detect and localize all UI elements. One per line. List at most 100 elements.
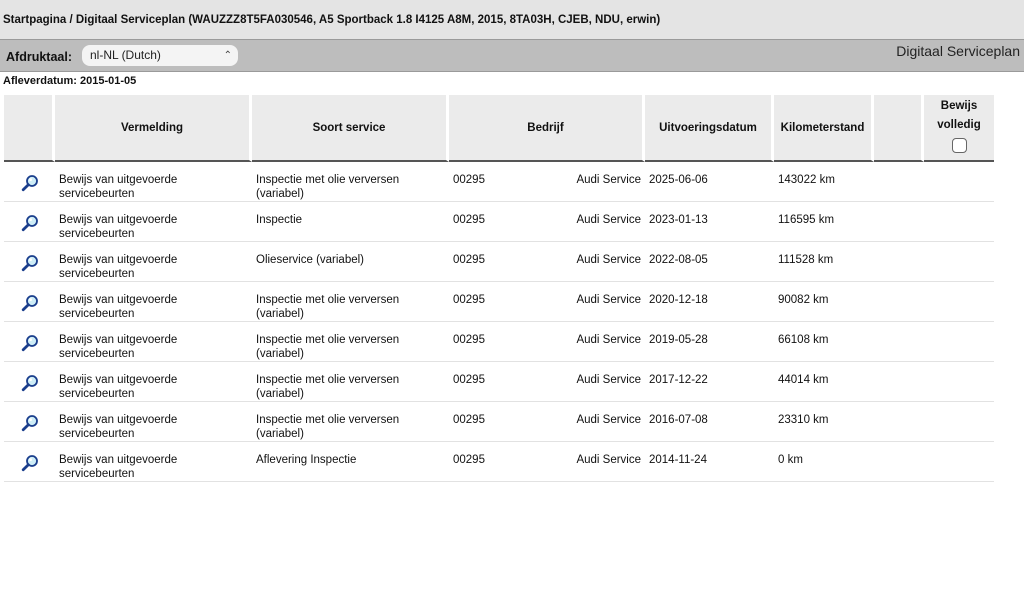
magnifier-icon[interactable]: [21, 294, 39, 312]
header-bewijs-volledig: Bewijs volledig: [924, 95, 994, 162]
header-kilometerstand: Kilometerstand: [774, 95, 874, 162]
table-row[interactable]: Bewijs van uitgevoerde servicebeurten Ins…: [4, 202, 994, 242]
magnifier-icon[interactable]: [21, 414, 39, 432]
cell-vermelding: Bewijs van uitgevoerde servicebeurten: [55, 362, 252, 402]
chevron-updown-icon: ⌃: [223, 50, 232, 61]
cell-empty: [874, 242, 924, 282]
table-row[interactable]: Bewijs van uitgevoerde servicebeurten Ins…: [4, 162, 994, 202]
language-bar: Afdruktaal: nl-NL (Dutch) ⌃ Digitaal Ser…: [0, 40, 1024, 72]
header-icon-col: [4, 95, 55, 162]
magnifier-icon[interactable]: [21, 174, 39, 192]
cell-vermelding: Bewijs van uitgevoerde servicebeurten: [55, 202, 252, 242]
bedrijf-name: Audi Service: [576, 254, 641, 266]
bewijs-volledig-label: Bewijs volledig: [937, 100, 981, 131]
row-action-cell: [4, 242, 55, 282]
cell-bedrijf: 00295 Audi Service: [449, 282, 645, 322]
cell-vermelding: Bewijs van uitgevoerde servicebeurten: [55, 242, 252, 282]
cell-kilometerstand: 44014 km: [774, 362, 874, 402]
cell-vermelding: Bewijs van uitgevoerde servicebeurten: [55, 162, 252, 202]
cell-kilometerstand: 66108 km: [774, 322, 874, 362]
cell-soort-service: Inspectie: [252, 202, 449, 242]
cell-kilometerstand: 0 km: [774, 442, 874, 482]
cell-bewijs-volledig: [924, 362, 994, 402]
cell-kilometerstand: 90082 km: [774, 282, 874, 322]
cell-bewijs-volledig: [924, 242, 994, 282]
table-row[interactable]: Bewijs van uitgevoerde servicebeurten Oli…: [4, 242, 994, 282]
cell-empty: [874, 322, 924, 362]
bedrijf-name: Audi Service: [576, 414, 641, 426]
cell-uitvoeringsdatum: 2019-05-28: [645, 322, 774, 362]
magnifier-icon[interactable]: [21, 214, 39, 232]
cell-soort-service: Aflevering Inspectie: [252, 442, 449, 482]
cell-bedrijf: 00295 Audi Service: [449, 322, 645, 362]
cell-empty: [874, 202, 924, 242]
cell-bedrijf: 00295 Audi Service: [449, 362, 645, 402]
cell-empty: [874, 442, 924, 482]
cell-bedrijf: 00295 Audi Service: [449, 442, 645, 482]
breadcrumb: Startpagina / Digitaal Serviceplan (WAUZ…: [0, 0, 1024, 40]
cell-empty: [874, 282, 924, 322]
header-vermelding: Vermelding: [55, 95, 252, 162]
cell-empty: [874, 362, 924, 402]
cell-bewijs-volledig: [924, 282, 994, 322]
bedrijf-code: 00295: [453, 414, 485, 426]
cell-bedrijf: 00295 Audi Service: [449, 162, 645, 202]
bedrijf-name: Audi Service: [576, 174, 641, 186]
magnifier-icon[interactable]: [21, 254, 39, 272]
table-row[interactable]: Bewijs van uitgevoerde servicebeurten Ins…: [4, 402, 994, 442]
page-title: Digitaal Serviceplan: [896, 43, 1020, 59]
table-row[interactable]: Bewijs van uitgevoerde servicebeurten Ins…: [4, 362, 994, 402]
table-row[interactable]: Bewijs van uitgevoerde servicebeurten Ins…: [4, 282, 994, 322]
cell-uitvoeringsdatum: 2020-12-18: [645, 282, 774, 322]
header-bedrijf: Bedrijf: [449, 95, 645, 162]
bedrijf-code: 00295: [453, 374, 485, 386]
bewijs-volledig-checkbox[interactable]: [951, 138, 967, 153]
cell-bedrijf: 00295 Audi Service: [449, 402, 645, 442]
header-uitvoeringsdatum: Uitvoeringsdatum: [645, 95, 774, 162]
cell-bewijs-volledig: [924, 162, 994, 202]
cell-vermelding: Bewijs van uitgevoerde servicebeurten: [55, 442, 252, 482]
cell-soort-service: Inspectie met olie verversen (variabel): [252, 402, 449, 442]
table-header-row: Vermelding Soort service Bedrijf Uitvoer…: [4, 95, 994, 162]
row-action-cell: [4, 202, 55, 242]
language-select-value: nl-NL (Dutch): [90, 48, 161, 62]
delivery-date: Afleverdatum: 2015-01-05: [3, 75, 137, 87]
table-row[interactable]: Bewijs van uitgevoerde servicebeurten Ins…: [4, 322, 994, 362]
cell-bewijs-volledig: [924, 202, 994, 242]
row-action-cell: [4, 362, 55, 402]
cell-vermelding: Bewijs van uitgevoerde servicebeurten: [55, 402, 252, 442]
cell-uitvoeringsdatum: 2023-01-13: [645, 202, 774, 242]
row-action-cell: [4, 442, 55, 482]
cell-uitvoeringsdatum: 2016-07-08: [645, 402, 774, 442]
cell-soort-service: Inspectie met olie verversen (variabel): [252, 322, 449, 362]
bedrijf-name: Audi Service: [576, 214, 641, 226]
cell-soort-service: Inspectie met olie verversen (variabel): [252, 362, 449, 402]
bedrijf-code: 00295: [453, 334, 485, 346]
header-soort-service: Soort service: [252, 95, 449, 162]
breadcrumb-text: Startpagina / Digitaal Serviceplan (WAUZ…: [3, 13, 661, 26]
cell-bedrijf: 00295 Audi Service: [449, 242, 645, 282]
bedrijf-code: 00295: [453, 454, 485, 466]
cell-kilometerstand: 143022 km: [774, 162, 874, 202]
language-select[interactable]: nl-NL (Dutch) ⌃: [82, 45, 238, 66]
bedrijf-name: Audi Service: [576, 374, 641, 386]
cell-empty: [874, 162, 924, 202]
magnifier-icon[interactable]: [21, 454, 39, 472]
cell-uitvoeringsdatum: 2022-08-05: [645, 242, 774, 282]
magnifier-icon[interactable]: [21, 374, 39, 392]
cell-kilometerstand: 23310 km: [774, 402, 874, 442]
bedrijf-code: 00295: [453, 294, 485, 306]
table-row[interactable]: Bewijs van uitgevoerde servicebeurten Afl…: [4, 442, 994, 482]
bedrijf-code: 00295: [453, 214, 485, 226]
cell-bewijs-volledig: [924, 402, 994, 442]
cell-soort-service: Inspectie met olie verversen (variabel): [252, 162, 449, 202]
bedrijf-name: Audi Service: [576, 454, 641, 466]
row-action-cell: [4, 402, 55, 442]
row-action-cell: [4, 322, 55, 362]
magnifier-icon[interactable]: [21, 334, 39, 352]
cell-empty: [874, 402, 924, 442]
language-label: Afdruktaal:: [6, 50, 72, 64]
bedrijf-code: 00295: [453, 174, 485, 186]
cell-vermelding: Bewijs van uitgevoerde servicebeurten: [55, 282, 252, 322]
cell-kilometerstand: 116595 km: [774, 202, 874, 242]
